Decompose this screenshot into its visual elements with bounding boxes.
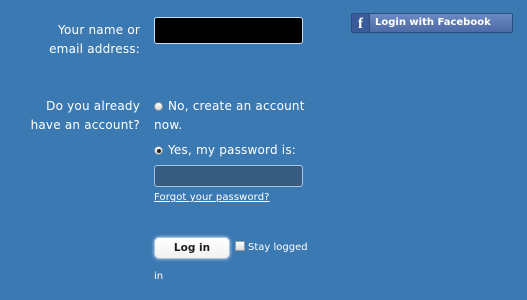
login-button[interactable]: Log in — [154, 237, 230, 259]
forgot-password-link[interactable]: Forgot your password? — [154, 192, 270, 203]
stay-logged-in-label: Stay logged — [248, 242, 308, 253]
facebook-icon: f — [352, 14, 370, 32]
radio-yes[interactable] — [154, 146, 163, 155]
facebook-button-label: Login with Facebook — [375, 17, 491, 28]
name-label: Your name or email address: — [49, 23, 140, 56]
radio-yes-label: Yes, my password is: — [168, 143, 297, 157]
name-email-input[interactable] — [154, 17, 303, 44]
login-with-facebook-button[interactable]: f Login with Facebook — [351, 13, 513, 33]
stay-logged-in-checkbox[interactable] — [235, 241, 245, 251]
radio-no[interactable] — [154, 102, 163, 111]
account-question-label: Do you already have an account? — [30, 99, 140, 132]
radio-option-has-account[interactable]: Yes, my password is: — [154, 141, 324, 160]
stay-logged-in-label-continued: in — [154, 271, 164, 282]
radio-option-no-account[interactable]: No, create an account now. — [154, 97, 324, 134]
password-input[interactable] — [154, 165, 303, 187]
radio-no-label: No, create an account now. — [154, 99, 305, 132]
